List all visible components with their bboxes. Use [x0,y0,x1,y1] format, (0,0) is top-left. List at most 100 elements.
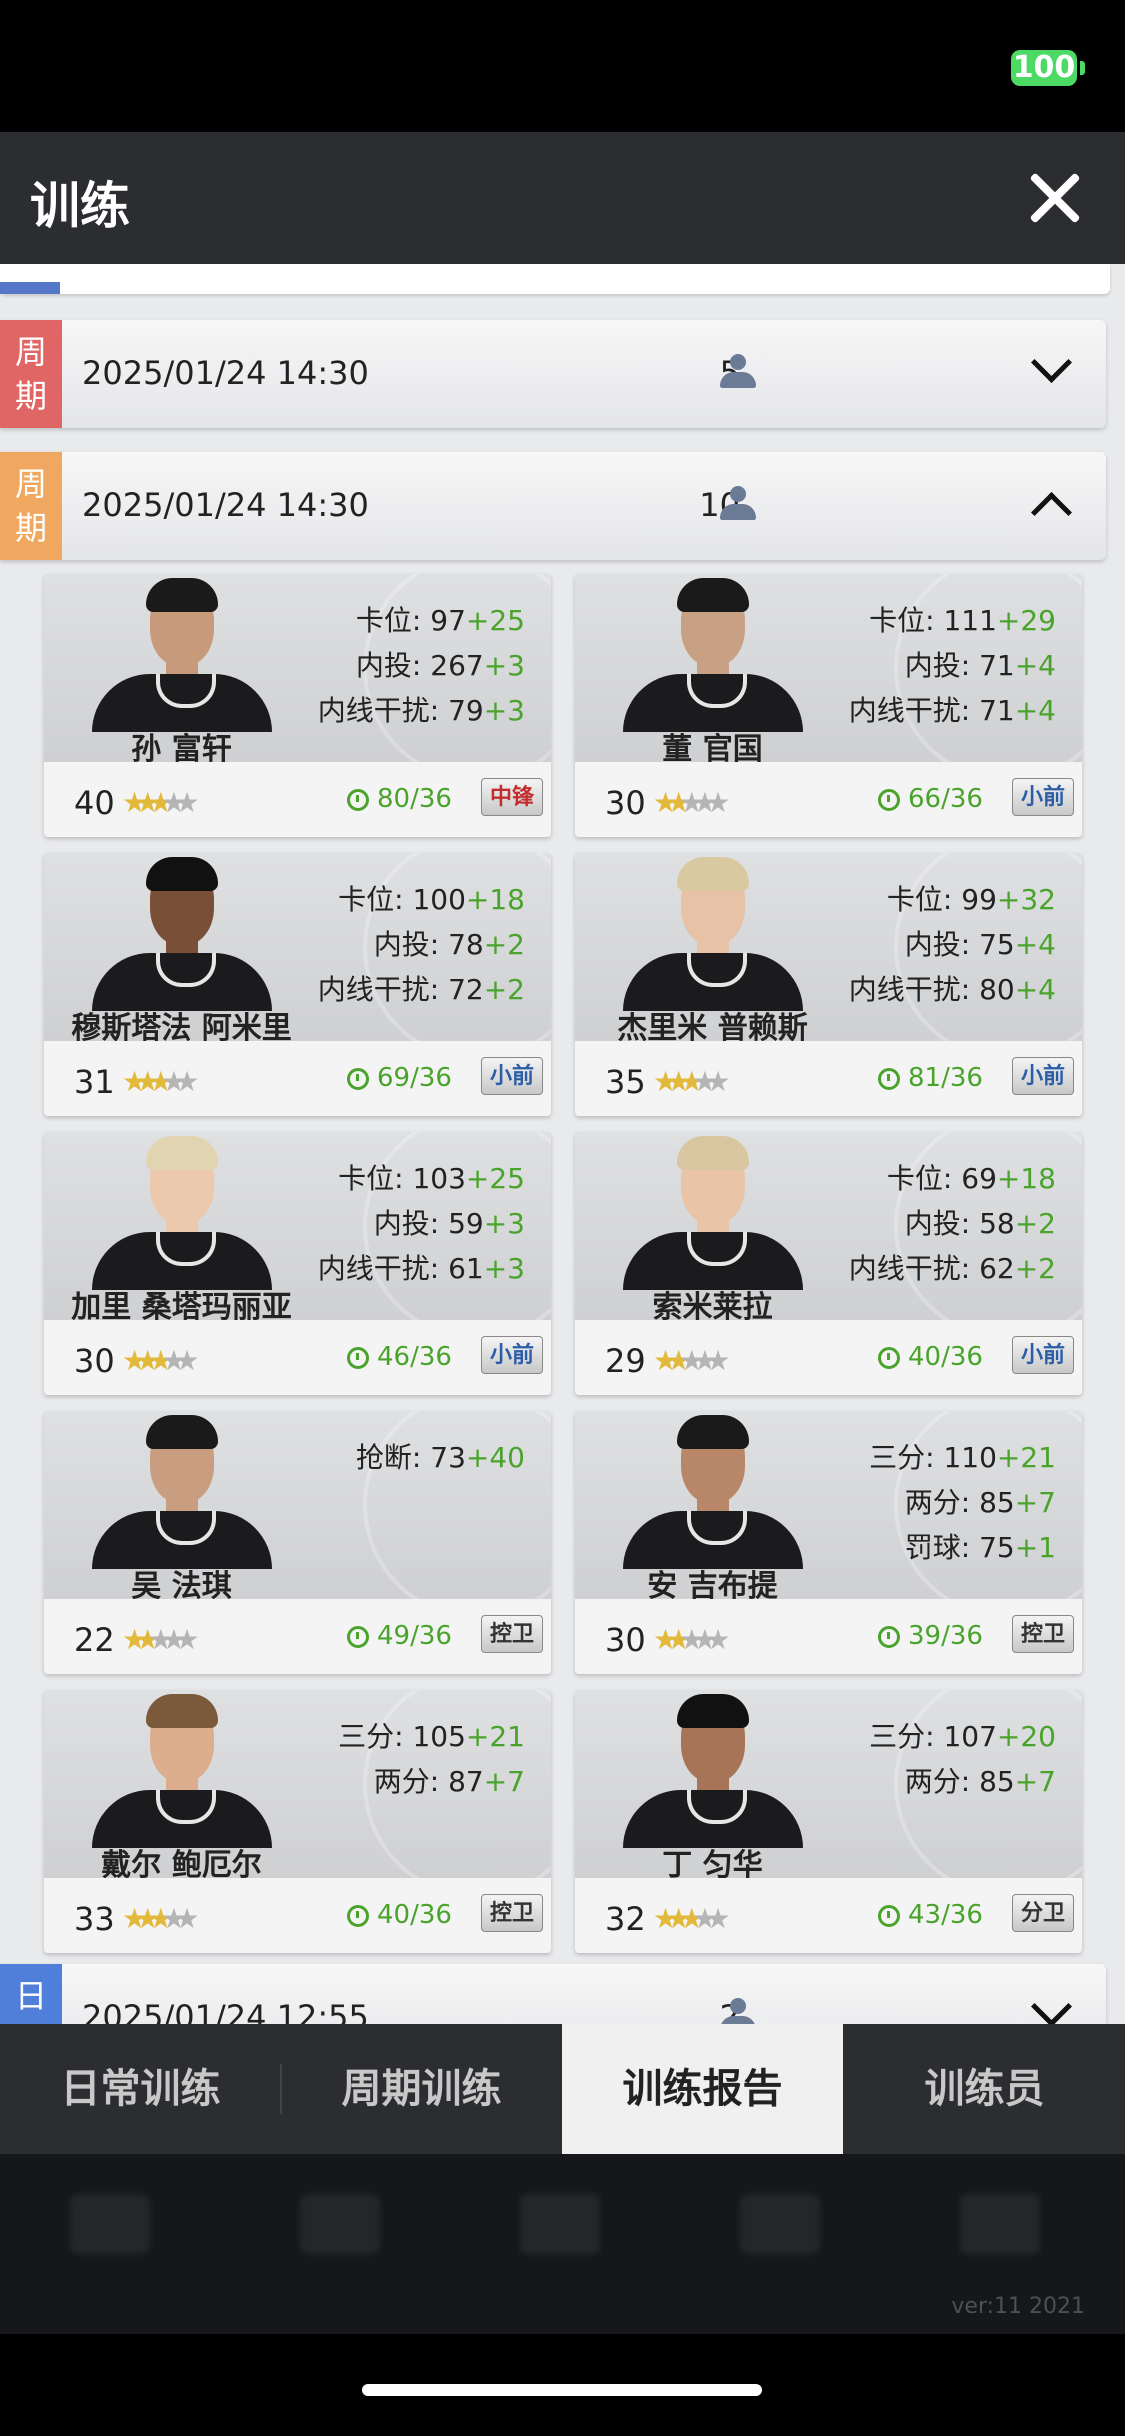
star-empty-icon: ★ [174,1344,199,1377]
player-card[interactable]: 索米莱拉 卡位: 69+18 内投: 58+2 内线干扰: 62+2 29 ★★★★★ 40… [575,1132,1082,1395]
player-card[interactable]: 安 吉布提 三分: 110+21 两分: 85+7 罚球: 75+1 30 ★★★★★ 39… [575,1411,1082,1674]
stat-line: 两分: 87+7 [338,1759,525,1804]
tab-daily-training[interactable]: 日常训练 [0,2024,281,2154]
stat-value: 79 [448,694,484,727]
background-menu: ver:11 2021 [0,2154,1125,2334]
stat-separator: : [429,928,449,961]
stat-value: 69 [961,1162,997,1195]
player-card-top: 安 吉布提 三分: 110+21 两分: 85+7 罚球: 75+1 [575,1411,1082,1619]
stat-label: 内投 [904,649,961,682]
report-row[interactable]: 周 期 2025/01/24 14:30 10 [0,452,1106,560]
training-progress: 40/36 [377,1900,452,1930]
star-gold-icon: ★ [148,786,173,819]
training-progress: 43/36 [908,1900,983,1930]
stat-line: 三分: 107+20 [869,1714,1056,1759]
star-empty-icon: ★ [161,1065,186,1098]
player-level: 30 [605,1621,646,1659]
stat-value: 75 [979,928,1015,961]
stat-bonus: +4 [1014,694,1056,727]
tab-training-report[interactable]: 训练报告 [562,2024,843,2154]
player-card[interactable]: 丁 匀华 三分: 107+20 两分: 85+7 32 ★★★★★ 43/36 分卫 [575,1690,1082,1953]
star-gold-icon: ★ [666,1623,691,1656]
star-rating: ★★★★★ [653,1065,731,1098]
player-avatar [623,1415,803,1569]
version-label: ver:11 2021 [951,2294,1085,2319]
stat-label: 两分 [904,1765,961,1798]
chevron-up-icon[interactable] [1030,491,1073,534]
tab-periodic-training[interactable]: 周期训练 [281,2024,562,2154]
player-card[interactable]: 孙 富轩 卡位: 97+25 内投: 267+3 内线干扰: 79+3 40 ★★★★★ 8… [44,574,551,837]
stat-value: 80 [979,973,1015,1006]
star-rating: ★★★★★ [122,1902,200,1935]
player-card[interactable]: 加里 桑塔玛丽亚 卡位: 103+25 内投: 59+3 内线干扰: 61+3 30 ★★… [44,1132,551,1395]
stat-separator: : [925,1441,944,1474]
player-avatar [623,1694,803,1848]
training-progress: 80/36 [377,784,452,814]
stat-label: 卡位 [869,604,926,637]
close-button[interactable] [1025,168,1085,228]
player-card-bottom: 29 ★★★★★ 40/36 小前 [575,1320,1082,1395]
star-gold-icon: ★ [135,1623,160,1656]
player-level: 35 [605,1063,646,1101]
stat-line: 内线干扰: 79+3 [318,688,525,733]
stat-separator: : [925,1720,944,1753]
stat-value: 97 [430,604,466,637]
stat-value: 72 [448,973,484,1006]
stat-label: 卡位 [886,1162,943,1195]
player-avatar [92,578,272,732]
stat-value: 103 [412,1162,466,1195]
star-gold-icon: ★ [135,1065,160,1098]
stat-line: 两分: 85+7 [869,1759,1056,1804]
position-badge: 中锋 [481,778,543,816]
timer-icon [878,789,900,811]
star-gold-icon: ★ [653,1344,678,1377]
star-empty-icon: ★ [692,786,717,819]
stat-value: 110 [943,1441,997,1474]
stat-line: 卡位: 111+29 [849,598,1056,643]
player-card[interactable]: 穆斯塔法 阿米里 卡位: 100+18 内投: 78+2 内线干扰: 72+2 31 ★★… [44,853,551,1116]
star-empty-icon: ★ [692,1902,717,1935]
player-card[interactable]: 戴尔 鲍厄尔 三分: 105+21 两分: 87+7 33 ★★★★★ 40/36 控卫 [44,1690,551,1953]
player-card[interactable]: 吴 法琪 抢断: 73+40 22 ★★★★★ 49/36 控卫 [44,1411,551,1674]
star-empty-icon: ★ [705,1902,730,1935]
stat-value: 85 [979,1765,1015,1798]
star-gold-icon: ★ [666,786,691,819]
player-card[interactable]: 董 官国 卡位: 111+29 内投: 71+4 内线干扰: 71+4 30 ★★★★★ 6… [575,574,1082,837]
stat-value: 111 [943,604,997,637]
star-empty-icon: ★ [679,1623,704,1656]
stat-bonus: +2 [1014,1252,1056,1285]
training-progress: 81/36 [908,1063,983,1093]
report-list[interactable]: 周 期2025/01/24 14:305 周 期2025/01/24 14:301… [0,264,1125,2024]
chevron-down-icon[interactable] [1030,1985,1073,2024]
stat-separator: : [960,973,980,1006]
star-empty-icon: ★ [148,1623,173,1656]
stat-separator: : [394,1162,413,1195]
stat-value: 78 [448,928,484,961]
stat-label: 内投 [373,1207,430,1240]
avatar-hair [146,857,218,891]
report-row[interactable]: 周 期2025/01/24 14:305 [0,320,1106,428]
report-row[interactable]: 日 2025/01/24 12:55 2 [0,1964,1106,2024]
player-card[interactable]: 杰里米 普赖斯 卡位: 99+32 内投: 75+4 内线干扰: 80+4 35 ★★★★… [575,853,1082,1116]
stat-bonus: +3 [483,1252,525,1285]
chevron-down-icon[interactable] [1030,341,1073,384]
player-level: 29 [605,1342,646,1380]
stat-bonus: +32 [996,883,1056,916]
stat-separator: : [960,649,980,682]
stat-label: 内线干扰 [848,694,961,727]
training-progress: 39/36 [908,1621,983,1651]
stat-bonus: +21 [465,1720,525,1753]
home-indicator[interactable] [362,2384,762,2396]
tab-trainer[interactable]: 训练员 [844,2024,1125,2154]
training-progress: 69/36 [377,1063,452,1093]
position-badge: 小前 [481,1336,543,1374]
timer-icon [878,1068,900,1090]
player-stats: 卡位: 69+18 内投: 58+2 内线干扰: 62+2 [849,1156,1056,1291]
stat-bonus: +20 [996,1720,1056,1753]
stat-bonus: +29 [996,604,1056,637]
stat-value: 107 [943,1720,997,1753]
stat-label: 三分 [869,1720,926,1753]
stat-value: 85 [979,1486,1015,1519]
blurred-icon [960,2194,1040,2254]
star-empty-icon: ★ [679,1344,704,1377]
